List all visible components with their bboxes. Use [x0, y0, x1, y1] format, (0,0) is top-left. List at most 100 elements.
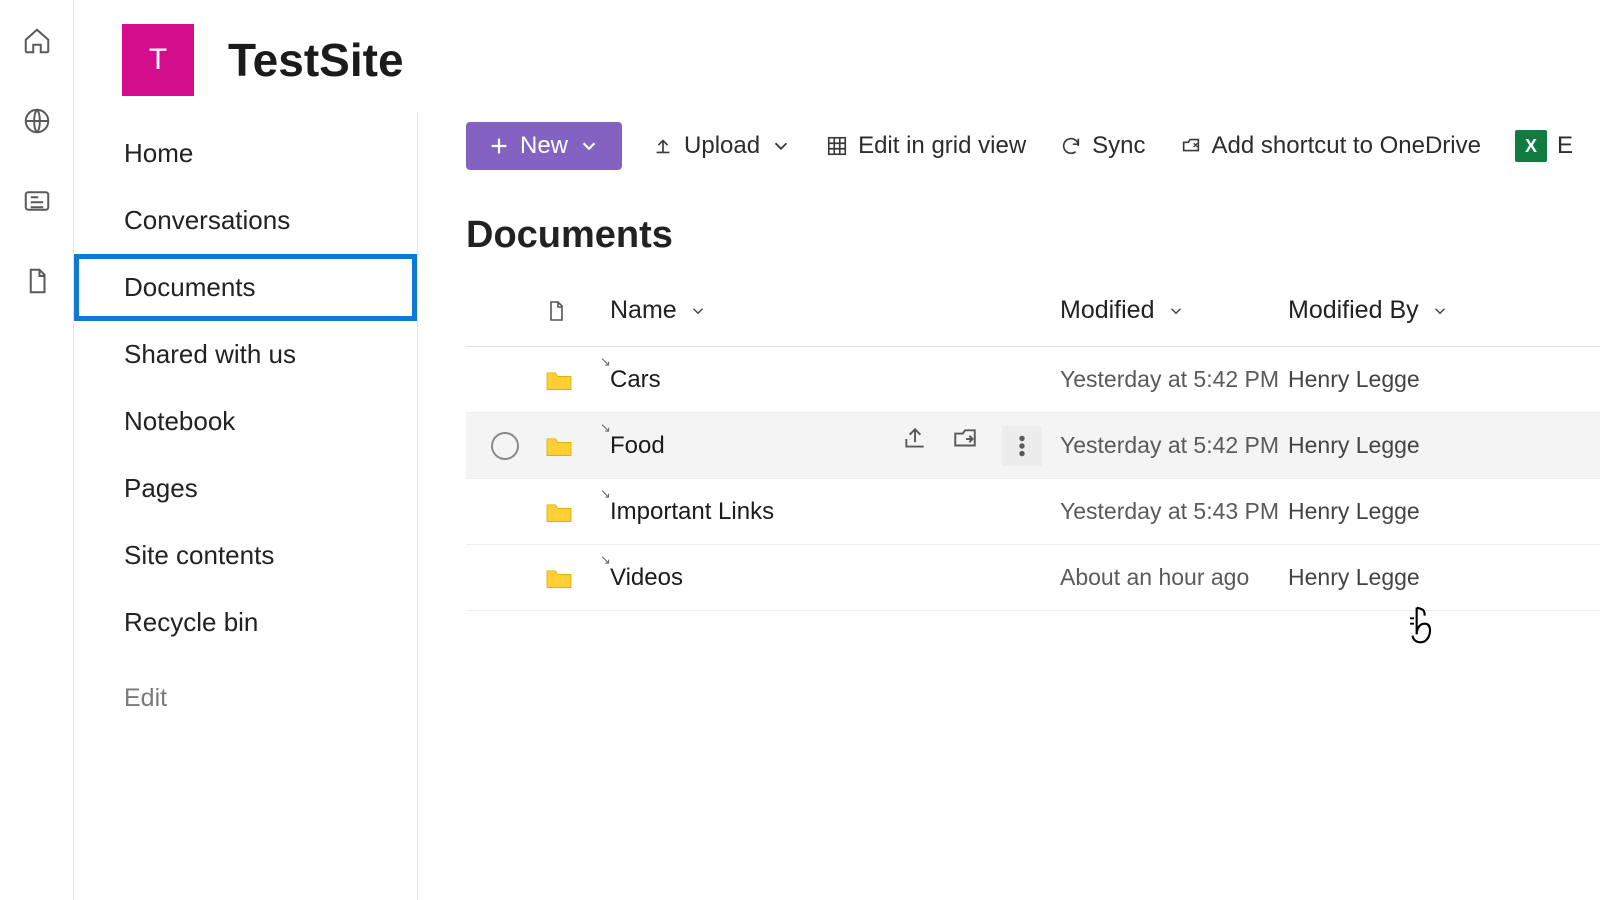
more-actions-button[interactable] — [1002, 426, 1042, 466]
chevron-down-icon — [1167, 302, 1185, 320]
table-row[interactable]: ↘Important Links Yesterday at 5:43 PMHenr… — [466, 479, 1600, 545]
row-modified: Yesterday at 5:42 PM — [1060, 366, 1288, 393]
chevron-down-icon — [689, 302, 707, 320]
chevron-down-icon — [578, 135, 600, 157]
rail-file-icon[interactable] — [20, 264, 54, 298]
nav-item-conversations[interactable]: Conversations — [74, 187, 417, 254]
select-circle-icon[interactable] — [491, 432, 519, 460]
nav-label: Documents — [124, 272, 256, 302]
row-folder-icon — [544, 500, 610, 524]
row-name[interactable]: ↘Food — [610, 432, 665, 460]
onedrive-shortcut-icon — [1180, 135, 1202, 157]
nav-item-shared[interactable]: Shared with us — [74, 321, 417, 388]
add-shortcut-button[interactable]: Add shortcut to OneDrive — [1176, 122, 1485, 170]
link-overlay-icon: ↘ — [600, 420, 611, 436]
row-name[interactable]: ↘Cars — [610, 366, 661, 394]
row-name-text: Cars — [610, 366, 661, 394]
content-area: New Upload Edit in grid view Sync — [418, 112, 1600, 900]
excel-icon: X — [1515, 130, 1547, 162]
upload-label: Upload — [684, 132, 760, 160]
edit-grid-label: Edit in grid view — [858, 132, 1026, 160]
site-logo-letter: T — [149, 43, 167, 77]
sync-label: Sync — [1092, 132, 1145, 160]
row-folder-icon — [544, 368, 610, 392]
app-rail — [0, 0, 74, 900]
new-label: New — [520, 132, 568, 160]
sync-button[interactable]: Sync — [1056, 122, 1149, 170]
nav-item-notebook[interactable]: Notebook — [74, 388, 417, 455]
nav-item-sitecontents[interactable]: Site contents — [74, 522, 417, 589]
edit-grid-button[interactable]: Edit in grid view — [822, 122, 1030, 170]
nav-item-pages[interactable]: Pages — [74, 455, 417, 522]
link-overlay-icon: ↘ — [600, 552, 611, 568]
nav-label: Home — [124, 138, 193, 168]
row-modified-by[interactable]: Henry Legge — [1288, 366, 1600, 393]
table-row[interactable]: ↘Videos About an hour agoHenry Legge — [466, 545, 1600, 611]
grid-icon — [826, 135, 848, 157]
row-name-text: Important Links — [610, 498, 774, 526]
folder-icon — [544, 500, 574, 524]
mouse-pointer-icon — [1406, 605, 1438, 655]
col-header-modified[interactable]: Modified — [1060, 296, 1288, 325]
nav-item-home[interactable]: Home — [74, 120, 417, 187]
chevron-down-icon — [770, 135, 792, 157]
nav-edit-label: Edit — [124, 684, 167, 712]
rail-globe-icon[interactable] — [20, 104, 54, 138]
col-name-label: Name — [610, 296, 677, 325]
file-type-icon — [544, 296, 568, 326]
nav-label: Pages — [124, 473, 198, 503]
table-row[interactable]: ↘Cars Yesterday at 5:42 PMHenry Legge — [466, 347, 1600, 413]
folder-icon — [544, 368, 574, 392]
nav-edit-link[interactable]: Edit — [74, 656, 417, 713]
left-nav: Home Conversations Documents Shared with… — [74, 112, 418, 900]
row-name-text: Videos — [610, 564, 683, 592]
row-modified: Yesterday at 5:43 PM — [1060, 498, 1288, 525]
shortcut-label: Add shortcut to OneDrive — [1212, 132, 1481, 160]
rail-home-icon[interactable] — [20, 24, 54, 58]
rail-news-icon[interactable] — [20, 184, 54, 218]
col-header-name[interactable]: Name — [610, 296, 1060, 325]
col-type-icon[interactable] — [544, 296, 610, 326]
nav-item-recyclebin[interactable]: Recycle bin — [74, 589, 417, 656]
row-modified: About an hour ago — [1060, 564, 1288, 591]
nav-label: Site contents — [124, 540, 274, 570]
nav-label: Recycle bin — [124, 607, 258, 637]
link-overlay-icon: ↘ — [600, 486, 611, 502]
col-mod-label: Modified — [1060, 296, 1155, 325]
move-icon[interactable] — [952, 426, 978, 452]
export-excel-button[interactable]: X E — [1511, 122, 1577, 170]
col-modby-label: Modified By — [1288, 296, 1419, 325]
sync-icon — [1060, 135, 1082, 157]
nav-label: Conversations — [124, 205, 290, 235]
folder-icon — [544, 566, 574, 590]
folder-icon — [544, 434, 574, 458]
upload-icon — [652, 135, 674, 157]
nav-label: Shared with us — [124, 339, 296, 369]
row-name-text: Food — [610, 432, 665, 460]
col-header-modified-by[interactable]: Modified By — [1288, 296, 1600, 325]
document-table: Name Modified Modified By ↘CarsYesterday… — [466, 275, 1600, 611]
row-folder-icon — [544, 434, 610, 458]
row-modified-by[interactable]: Henry Legge — [1288, 564, 1600, 591]
command-bar: New Upload Edit in grid view Sync — [466, 122, 1600, 184]
library-title: Documents — [466, 184, 1600, 275]
more-vertical-icon — [1009, 433, 1035, 459]
link-overlay-icon: ↘ — [600, 354, 611, 370]
row-select[interactable] — [466, 432, 544, 460]
row-modified-by[interactable]: Henry Legge — [1288, 498, 1600, 525]
new-button[interactable]: New — [466, 122, 622, 170]
row-name[interactable]: ↘Videos — [610, 564, 683, 592]
upload-button[interactable]: Upload — [648, 122, 796, 170]
site-logo[interactable]: T — [122, 24, 194, 96]
share-icon[interactable] — [902, 426, 928, 452]
excel-label: E — [1557, 132, 1573, 160]
nav-item-documents[interactable]: Documents — [74, 254, 417, 321]
table-row[interactable]: ↘Food Yesterday at 5:42 PMHenry Legge — [466, 413, 1600, 479]
row-folder-icon — [544, 566, 610, 590]
site-header: T TestSite — [74, 0, 1600, 112]
row-modified: Yesterday at 5:42 PM — [1060, 432, 1288, 459]
site-name[interactable]: TestSite — [228, 33, 404, 87]
plus-icon — [488, 135, 510, 157]
row-name[interactable]: ↘Important Links — [610, 498, 774, 526]
row-modified-by[interactable]: Henry Legge — [1288, 432, 1600, 459]
